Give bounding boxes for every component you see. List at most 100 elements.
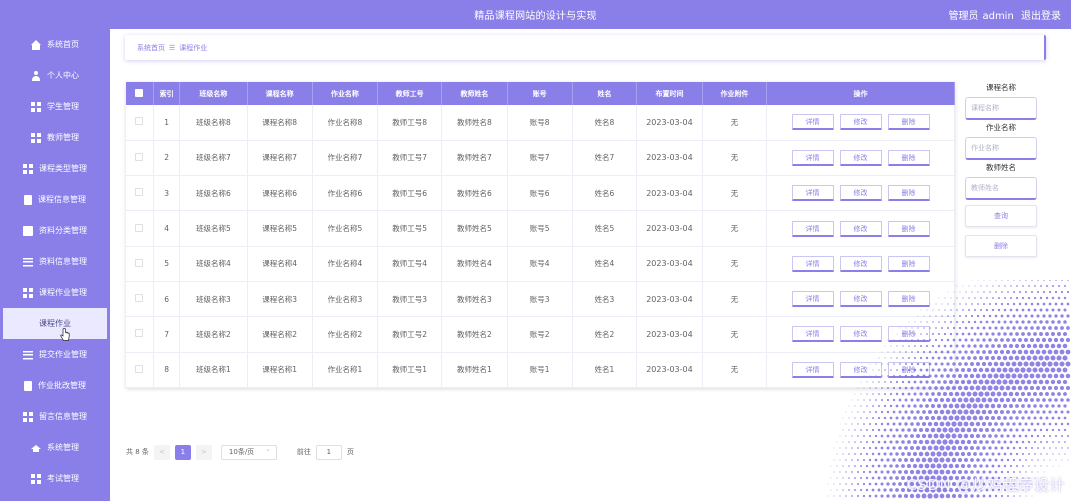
sidebar-item-profile[interactable]: 个人中心 — [0, 60, 110, 91]
batch-delete-button[interactable]: 删除 — [965, 235, 1037, 257]
halftone-dot — [1034, 465, 1036, 467]
row-checkbox[interactable] — [135, 329, 144, 338]
sidebar-item-teachers[interactable]: 教师管理 — [0, 122, 110, 153]
query-button[interactable]: 查询 — [965, 205, 1037, 227]
halftone-dot — [1057, 320, 1061, 324]
delete-button[interactable]: 删除 — [887, 255, 930, 272]
edit-button[interactable]: 修改 — [839, 291, 882, 308]
prev-page-button[interactable]: < — [153, 444, 170, 460]
delete-button[interactable]: 删除 — [887, 114, 930, 131]
halftone-dot — [851, 411, 853, 413]
halftone-dot — [1048, 434, 1052, 438]
halftone-dot — [1059, 361, 1065, 367]
sidebar-item-grading[interactable]: 作业批改管理 — [0, 370, 110, 401]
halftone-dot — [1031, 471, 1033, 473]
halftone-dot — [948, 391, 954, 397]
select-all-checkbox[interactable] — [135, 88, 144, 97]
sidebar-item-home[interactable]: 系统首页 — [0, 29, 110, 60]
edit-button[interactable]: 修改 — [839, 326, 882, 343]
row-select-cell[interactable] — [126, 352, 154, 388]
halftone-dot — [994, 338, 998, 342]
delete-button[interactable]: 删除 — [887, 149, 930, 166]
edit-button[interactable]: 修改 — [839, 361, 882, 378]
detail-button[interactable]: 详情 — [791, 326, 834, 343]
detail-button[interactable]: 详情 — [791, 361, 834, 378]
halftone-dot — [1017, 349, 1023, 355]
sidebar-item-course-types[interactable]: 课程类型管理 — [0, 153, 110, 184]
row-select-cell[interactable] — [126, 210, 154, 247]
halftone-dot — [895, 476, 899, 480]
halftone-dot — [969, 373, 975, 379]
halftone-dot — [907, 428, 911, 432]
halftone-dot — [972, 403, 978, 409]
delete-button[interactable]: 删除 — [887, 326, 930, 343]
row-select-cell[interactable] — [126, 281, 154, 318]
row-select-cell[interactable] — [126, 316, 154, 353]
halftone-dot — [1000, 314, 1004, 318]
halftone-dot — [976, 326, 980, 330]
sidebar-item-material-categories[interactable]: 资料分类管理 — [0, 215, 110, 246]
select-all-cell[interactable] — [126, 82, 154, 105]
halftone-dot — [1027, 296, 1031, 300]
halftone-dot — [992, 297, 994, 299]
row-checkbox[interactable] — [135, 152, 144, 161]
logout-link[interactable]: 退出登录 — [1021, 11, 1061, 22]
table-row: 6 班级名称3 课程名称3 作业名称3 教师工号3 教师姓名3 账号3 姓名3 2023-03-… — [126, 281, 955, 318]
row-checkbox[interactable] — [135, 117, 144, 126]
detail-button[interactable]: 详情 — [791, 114, 834, 131]
detail-button[interactable]: 详情 — [791, 220, 834, 237]
row-select-cell[interactable] — [126, 140, 154, 177]
edit-button[interactable]: 修改 — [839, 255, 882, 272]
halftone-dot — [981, 385, 987, 391]
halftone-dot — [871, 464, 875, 468]
homework-name-input[interactable]: 作业名称 — [965, 137, 1037, 160]
detail-button[interactable]: 详情 — [791, 255, 834, 272]
edit-button[interactable]: 修改 — [839, 114, 882, 131]
sidebar-item-homework-management[interactable]: 课程作业管理 — [0, 277, 110, 308]
row-select-cell[interactable] — [126, 105, 154, 141]
page-size-select[interactable]: 10条/页 — [220, 443, 277, 460]
row-checkbox[interactable] — [135, 294, 144, 303]
sidebar-item-submissions[interactable]: 提交作业管理 — [0, 339, 110, 370]
delete-button[interactable]: 删除 — [887, 361, 930, 378]
sidebar-item-messages[interactable]: 留言信息管理 — [0, 401, 110, 432]
halftone-dot — [966, 391, 972, 397]
edit-button[interactable]: 修改 — [839, 149, 882, 166]
cell-teacher-name: 教师姓名5 — [441, 210, 508, 247]
halftone-dot — [1001, 280, 1003, 281]
sidebar-item-system[interactable]: 系统管理 — [0, 432, 110, 463]
course-name-input[interactable]: 课程名称 — [965, 97, 1037, 120]
next-page-button[interactable]: > — [195, 444, 212, 460]
delete-button[interactable]: 删除 — [887, 291, 930, 308]
row-checkbox[interactable] — [135, 258, 144, 267]
edit-button[interactable]: 修改 — [839, 220, 882, 237]
halftone-dot — [1034, 285, 1036, 287]
row-checkbox[interactable] — [135, 188, 144, 197]
breadcrumb-home[interactable]: 系统首页 — [137, 43, 165, 53]
edit-button[interactable]: 修改 — [839, 185, 882, 202]
halftone-dot — [1045, 392, 1049, 396]
row-select-cell[interactable] — [126, 175, 154, 212]
delete-button[interactable]: 删除 — [887, 220, 930, 237]
sidebar-item-material-info[interactable]: 资料信息管理 — [0, 246, 110, 277]
halftone-dot — [1042, 434, 1046, 438]
halftone-dot — [1040, 441, 1042, 443]
teacher-name-input[interactable]: 教师姓名 — [965, 177, 1037, 200]
sidebar-item-course-info[interactable]: 课程信息管理 — [0, 184, 110, 215]
row-checkbox[interactable] — [135, 364, 144, 373]
goto-page-input[interactable]: 1 — [315, 444, 342, 460]
detail-button[interactable]: 详情 — [791, 185, 834, 202]
detail-button[interactable]: 详情 — [791, 149, 834, 166]
row-select-cell[interactable] — [126, 246, 154, 282]
halftone-dot — [948, 403, 954, 409]
halftone-dot — [883, 452, 887, 456]
column-header-teacher-id: 教师工号 — [377, 82, 443, 105]
page-number-button[interactable]: 1 — [174, 444, 191, 460]
row-checkbox[interactable] — [135, 223, 144, 232]
sidebar-subitem-course-homework[interactable]: 课程作业 — [3, 308, 107, 339]
delete-button[interactable]: 删除 — [887, 185, 930, 202]
detail-button[interactable]: 详情 — [791, 291, 834, 308]
sidebar-item-exams[interactable]: 考试管理 — [0, 463, 110, 494]
halftone-dot — [880, 494, 884, 498]
sidebar-item-students[interactable]: 学生管理 — [0, 91, 110, 122]
